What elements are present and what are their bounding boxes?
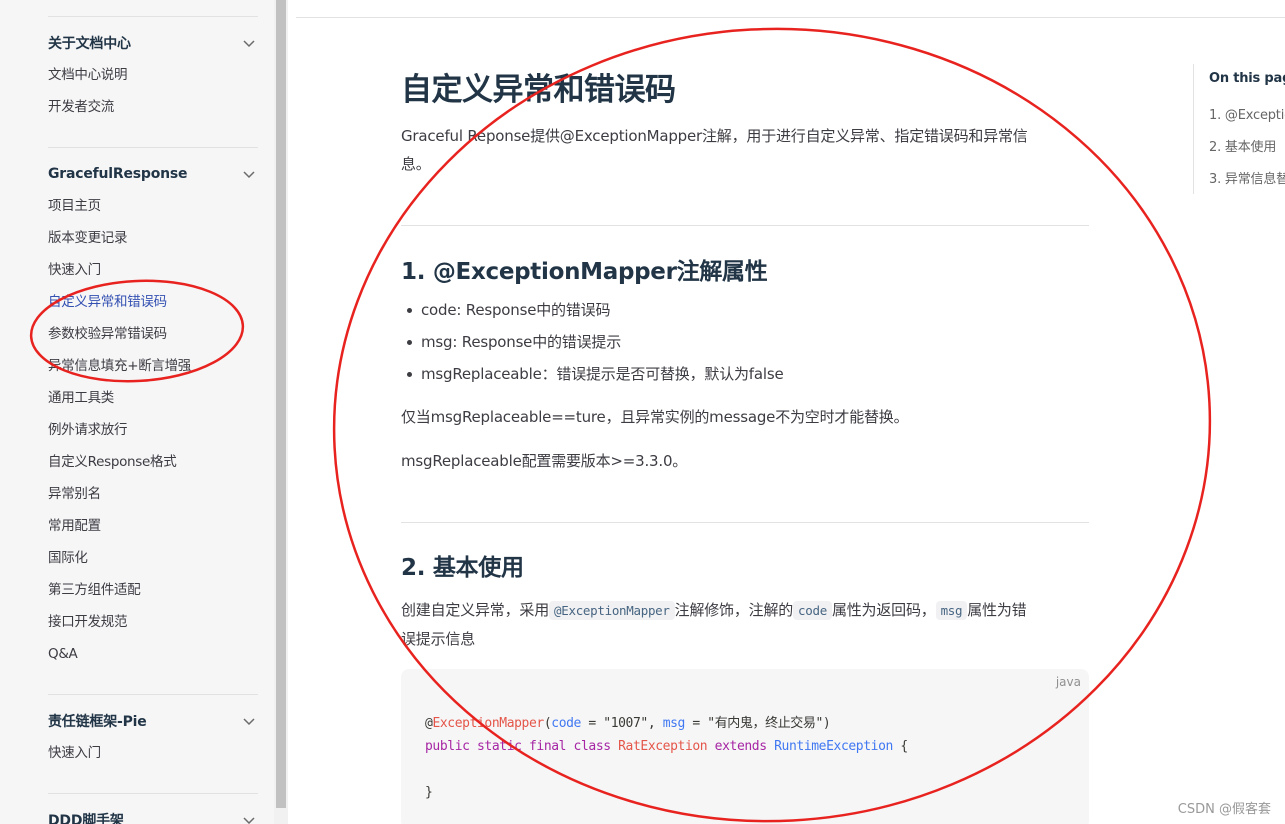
list-item: code: Response中的错误码	[406, 296, 783, 328]
outline-item[interactable]: 2. 基本使用	[1209, 136, 1276, 155]
sidebar-item-config[interactable]: 常用配置	[48, 510, 258, 542]
code-content: @ExceptionMapper(code = "1007", msg = "有…	[425, 712, 908, 804]
code-token: ,	[647, 716, 663, 731]
sidebar-group-header[interactable]: GracefulResponse	[48, 162, 258, 186]
sidebar-group-title: 责任链框架-Pie	[48, 714, 147, 730]
usage-text: 误提示信息	[401, 630, 476, 648]
chevron-down-icon[interactable]	[242, 813, 256, 824]
section-heading-exceptionmapper: 1. @ExceptionMapper注解属性	[401, 259, 768, 285]
intro-line: Graceful Reponse提供@ExceptionMapper注解，用于进…	[401, 127, 1028, 145]
chevron-down-icon[interactable]	[242, 714, 256, 728]
section-divider	[401, 522, 1089, 523]
sidebar-group-docs: 关于文档中心 文档中心说明 开发者交流	[48, 31, 258, 123]
sidebar-item-qa[interactable]: Q&A	[48, 638, 258, 670]
sidebar-item-exception-fill[interactable]: 异常信息填充+断言增强	[48, 350, 258, 382]
sidebar-group-header[interactable]: 关于文档中心	[48, 31, 258, 55]
code-token: ExceptionMapper	[432, 716, 544, 731]
code-token: RatException	[618, 739, 708, 754]
inline-code: msg	[935, 601, 968, 620]
inline-code: code	[793, 601, 832, 620]
sidebar-item-api-spec[interactable]: 接口开发规范	[48, 606, 258, 638]
sidebar-item-home[interactable]: 项目主页	[48, 190, 258, 222]
sidebar-group-pie: 责任链框架-Pie 快速入门	[48, 709, 258, 769]
page-title: 自定义异常和错误码	[401, 72, 676, 108]
intro-paragraph: Graceful Reponse提供@ExceptionMapper注解，用于进…	[401, 122, 1089, 178]
sidebar-divider	[48, 793, 258, 794]
list-item: msg: Response中的错误提示	[406, 328, 783, 360]
code-token: code	[551, 716, 581, 731]
sidebar: 关于文档中心 文档中心说明 开发者交流 GracefulResponse 项目主…	[0, 0, 274, 824]
usage-paragraph: 创建自定义异常，采用 @ExceptionMapper 注解修饰，注解的 code 属性…	[401, 596, 1089, 653]
code-token: {	[900, 739, 908, 754]
sidebar-group-title: DDD脚手架	[48, 813, 124, 824]
sidebar-group-title: GracefulResponse	[48, 166, 188, 182]
sidebar-divider	[48, 147, 258, 148]
sidebar-item-exclude[interactable]: 例外请求放行	[48, 414, 258, 446]
sidebar-item-validation-code[interactable]: 参数校验异常错误码	[48, 318, 258, 350]
sidebar-item-response-format[interactable]: 自定义Response格式	[48, 446, 258, 478]
code-token: msg	[662, 716, 686, 731]
outline-item[interactable]: 3. 异常信息替换	[1209, 168, 1285, 187]
sidebar-item-dev-exchange[interactable]: 开发者交流	[48, 91, 258, 123]
chevron-down-icon[interactable]	[242, 167, 256, 181]
code-token: )	[822, 716, 831, 731]
intro-line: 息。	[401, 155, 431, 173]
usage-text: 属性为错	[967, 601, 1027, 619]
sidebar-group-graceful: GracefulResponse 项目主页 版本变更记录 快速入门 自定义异常和…	[48, 162, 258, 670]
inline-code: @ExceptionMapper	[549, 601, 675, 620]
sidebar-divider	[48, 16, 258, 17]
code-token: RuntimeException	[774, 739, 893, 754]
attribute-list: code: Response中的错误码 msg: Response中的错误提示 …	[406, 296, 784, 392]
sidebar-item-custom-exception[interactable]: 自定义异常和错误码	[48, 286, 258, 318]
section-divider	[401, 225, 1089, 226]
sidebar-scrollbar-thumb[interactable]	[276, 0, 286, 808]
note-paragraph: 仅当msgReplaceable==ture，且异常实例的message不为空时…	[401, 408, 909, 426]
outline-title: On this page	[1209, 71, 1285, 86]
sidebar-item-third-party[interactable]: 第三方组件适配	[48, 574, 258, 606]
chevron-down-icon[interactable]	[242, 36, 256, 50]
nav-divider	[296, 17, 1285, 18]
watermark: CSDN @假客套	[1177, 802, 1271, 817]
code-token: }	[425, 785, 433, 800]
sidebar-item-pie-quickstart[interactable]: 快速入门	[48, 737, 258, 769]
sidebar-group-header[interactable]: 责任链框架-Pie	[48, 709, 258, 733]
outline-item[interactable]: 1. @ExceptionMapper注解属性	[1209, 104, 1285, 123]
usage-text: 属性为返回码，	[831, 601, 936, 619]
sidebar-item-changelog[interactable]: 版本变更记录	[48, 222, 258, 254]
code-token: public static final class	[425, 739, 611, 754]
code-token: "1007"	[603, 716, 648, 731]
list-item: msgReplaceable：错误提示是否可替换，默认为false	[406, 360, 784, 392]
code-language-label: java	[1055, 675, 1081, 689]
code-token: =	[581, 716, 604, 731]
code-token: extends	[714, 739, 767, 754]
section-heading-basic-usage: 2. 基本使用	[401, 555, 524, 581]
page-outline: On this page 1. @ExceptionMapper注解属性 2. …	[1193, 64, 1285, 194]
code-block[interactable]: java @ExceptionMapper(code = "1007", msg…	[401, 669, 1089, 824]
sidebar-item-i18n[interactable]: 国际化	[48, 542, 258, 574]
usage-text: 注解修饰，注解的	[674, 601, 794, 619]
sidebar-item-utils[interactable]: 通用工具类	[48, 382, 258, 414]
version-note-paragraph: msgReplaceable配置需要版本>=3.3.0。	[401, 452, 688, 470]
sidebar-item-quickstart[interactable]: 快速入门	[48, 254, 258, 286]
sidebar-group-ddd: DDD脚手架	[48, 808, 258, 824]
code-token: "有内鬼，终止交易"	[707, 716, 823, 731]
usage-text: 创建自定义异常，采用	[401, 601, 550, 619]
sidebar-item-doc-intro[interactable]: 文档中心说明	[48, 59, 258, 91]
sidebar-group-title: 关于文档中心	[48, 36, 131, 52]
sidebar-divider	[48, 694, 258, 695]
code-token: =	[684, 716, 708, 731]
sidebar-item-alias[interactable]: 异常别名	[48, 478, 258, 510]
sidebar-group-header[interactable]: DDD脚手架	[48, 808, 258, 824]
